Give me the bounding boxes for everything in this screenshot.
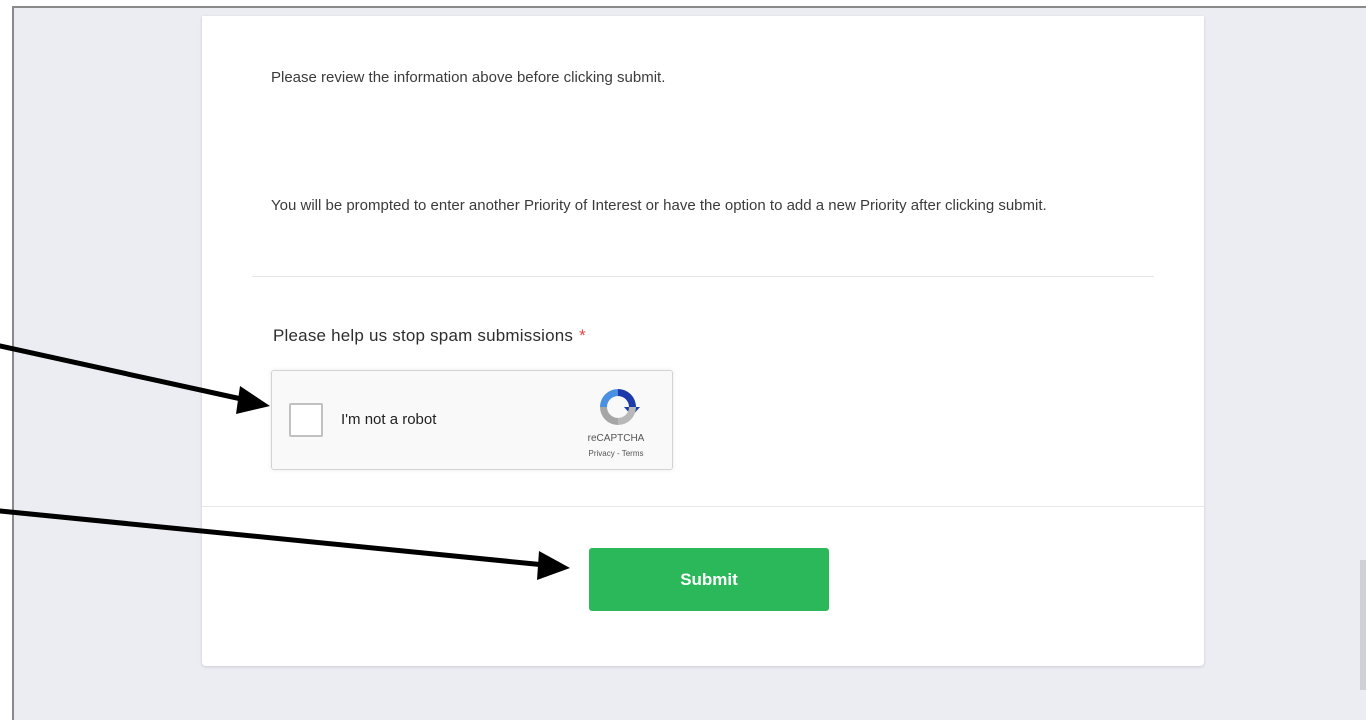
review-notice: Please review the information above befo… bbox=[271, 69, 666, 86]
submit-button[interactable]: Submit bbox=[589, 548, 829, 611]
recaptcha-checkbox-label: I'm not a robot bbox=[341, 411, 437, 428]
required-marker: * bbox=[579, 326, 586, 345]
footer-divider bbox=[202, 506, 1204, 507]
recaptcha-brand: reCAPTCHA bbox=[587, 433, 645, 444]
section-divider bbox=[252, 276, 1154, 277]
recaptcha-logo-icon bbox=[600, 389, 640, 425]
recaptcha-privacy-terms-link[interactable]: Privacy - Terms bbox=[572, 449, 660, 458]
recaptcha-widget: I'm not a robot reCAPTCHA Privacy - Term… bbox=[271, 370, 673, 470]
scrollbar-edge[interactable] bbox=[1360, 560, 1366, 690]
form-card: Please review the information above befo… bbox=[202, 16, 1204, 666]
page-frame: Please review the information above befo… bbox=[12, 6, 1366, 720]
captcha-field-label: Please help us stop spam submissions * bbox=[273, 326, 586, 346]
recaptcha-checkbox[interactable] bbox=[289, 403, 323, 437]
priority-notice: You will be prompted to enter another Pr… bbox=[271, 197, 1047, 214]
captcha-label-text: Please help us stop spam submissions bbox=[273, 326, 574, 345]
